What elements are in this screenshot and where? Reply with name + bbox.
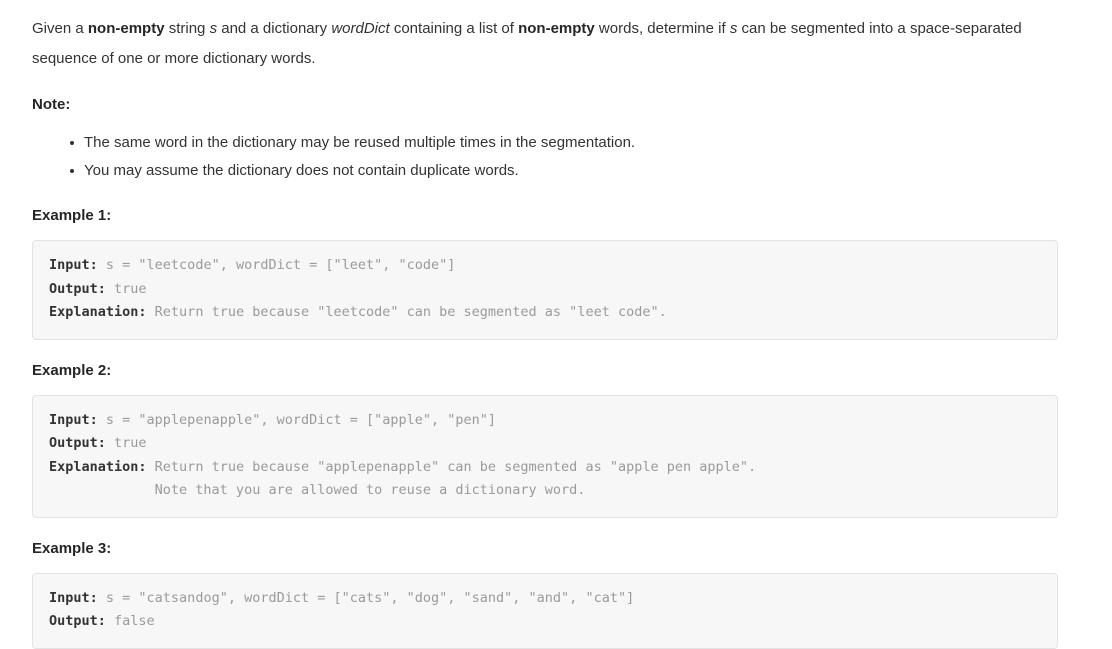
example-2-heading: Example 2: (32, 361, 112, 379)
input-label: Input: (49, 257, 98, 273)
input-label: Input: (49, 589, 98, 606)
input-value: s = "leetcode", wordDict = ["leet", "cod… (97, 257, 456, 273)
statement-text-3: and a dictionary (217, 20, 332, 37)
problem-description-page: Given a non-empty string s and a diction… (0, 0, 1112, 649)
output-label: Output: (49, 435, 106, 451)
statement-italic-s-1: s (209, 20, 218, 37)
explanation-label: Explanation: (49, 458, 147, 475)
explanation-value: Return true because "applepenapple" can … (146, 458, 757, 475)
output-value: true (105, 435, 147, 451)
code-line-output: Output: false (49, 610, 1041, 634)
note-heading: Note: (32, 96, 71, 113)
statement-text-2: string (164, 20, 210, 37)
problem-statement: Given a non-empty string s and a diction… (32, 14, 1057, 74)
code-line-explanation: Explanation: Return true because "leetco… (49, 301, 1041, 325)
input-value: s = "catsandog", wordDict = ["cats", "do… (97, 589, 635, 606)
input-value: s = "applepenapple", wordDict = ["apple"… (97, 411, 497, 428)
note-list: The same word in the dictionary may be r… (32, 129, 1090, 185)
code-line-output: Output: true (49, 278, 1041, 302)
output-label: Output: (49, 613, 106, 629)
output-value: true (105, 280, 147, 297)
explanation-value: Return true because "leetcode" can be se… (146, 304, 667, 320)
statement-bold-non-empty-1: non-empty (87, 20, 165, 37)
output-label: Output: (49, 280, 106, 297)
statement-italic-worddict: wordDict (331, 20, 390, 37)
code-line-input: Input: s = "catsandog", wordDict = ["cat… (49, 587, 1041, 611)
code-line-explanation: Explanation: Return true because "applep… (49, 456, 1041, 480)
list-item: The same word in the dictionary may be r… (70, 129, 1090, 157)
example-2-code-block: Input: s = "applepenapple", wordDict = [… (32, 394, 1058, 518)
statement-text-1: Given a (32, 20, 88, 37)
code-line-explanation-continuation: Note that you are allowed to reuse a dic… (49, 482, 586, 498)
example-1-heading: Example 1: (32, 207, 112, 224)
statement-text-5: words, determine if (594, 20, 730, 37)
list-item: You may assume the dictionary does not c… (70, 157, 1090, 185)
example-1-code-block: Input: s = "leetcode", wordDict = ["leet… (32, 240, 1058, 340)
example-3-heading: Example 3: (32, 539, 112, 557)
example-3-code-block: Input: s = "catsandog", wordDict = ["cat… (32, 572, 1058, 649)
output-value: false (105, 613, 155, 629)
input-label: Input: (49, 411, 98, 428)
explanation-label: Explanation: (49, 304, 147, 320)
code-line-input: Input: s = "leetcode", wordDict = ["leet… (49, 254, 1041, 278)
code-line-input: Input: s = "applepenapple", wordDict = [… (49, 409, 1041, 433)
statement-text-4: containing a list of (389, 20, 519, 37)
statement-bold-non-empty-2: non-empty (518, 20, 595, 37)
code-line-output: Output: true (49, 432, 1041, 456)
